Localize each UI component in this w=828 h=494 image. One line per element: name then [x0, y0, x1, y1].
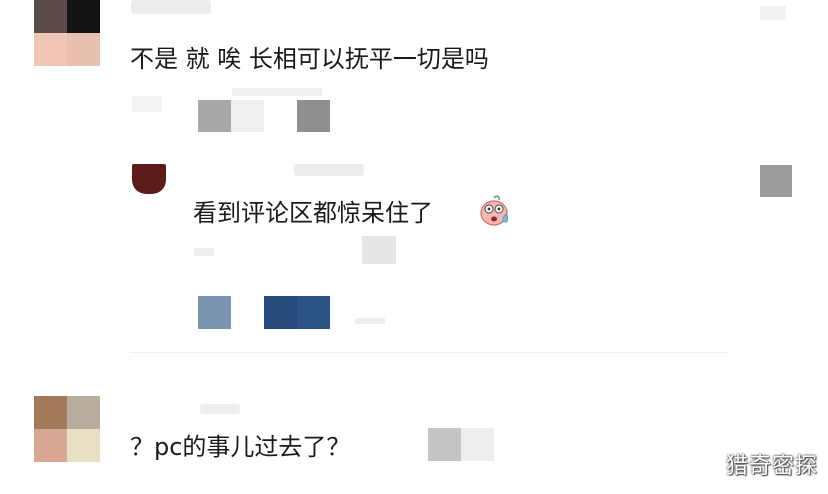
like-icon-blurred[interactable] — [198, 100, 231, 132]
more-options-blurred[interactable] — [760, 6, 786, 20]
reply-text: 看到评论区都惊呆住了 — [193, 199, 433, 227]
meta-blurred — [132, 96, 162, 112]
comment-text: ？pc的事儿过去了？ — [130, 433, 351, 461]
meta-icon-blurred — [461, 428, 494, 461]
reply-meta-blurred — [194, 248, 214, 256]
avatar-pixel — [34, 0, 67, 33]
avatar-pixel — [67, 0, 100, 33]
username-blurred[interactable] — [200, 404, 240, 414]
meta-text-blurred — [232, 88, 322, 96]
shocked-sweat-emoji — [478, 194, 512, 228]
meta-icon-blurred[interactable] — [428, 428, 461, 461]
avatar-pixel — [67, 33, 100, 66]
avatar[interactable] — [34, 0, 100, 66]
reply-meta-icon-blurred[interactable] — [362, 236, 396, 264]
reply-like-icon-blurred[interactable] — [760, 165, 792, 197]
reply-comment-icon-blurred[interactable] — [264, 296, 297, 329]
reply-avatar[interactable] — [132, 164, 166, 194]
like-icon-blurred — [231, 100, 264, 132]
avatar-pixel — [34, 396, 67, 429]
avatar-pixel — [67, 429, 100, 462]
reply-meta-blurred — [355, 318, 385, 324]
reply-like-icon-blurred[interactable] — [198, 296, 231, 329]
reply-share-icon-blurred[interactable] — [297, 296, 330, 329]
avatar[interactable] — [34, 396, 100, 462]
avatar-pixel — [34, 429, 67, 462]
reply-username-blurred[interactable] — [294, 164, 364, 176]
divider — [130, 352, 730, 353]
watermark: 猎奇密探 — [725, 454, 818, 479]
avatar-pixel — [34, 33, 67, 66]
comment-text: 不是 就 唉 长相可以抚平一切是吗 — [130, 45, 489, 73]
avatar-pixel — [67, 396, 100, 429]
comment-icon-blurred[interactable] — [297, 100, 330, 132]
username-blurred[interactable] — [131, 0, 211, 14]
